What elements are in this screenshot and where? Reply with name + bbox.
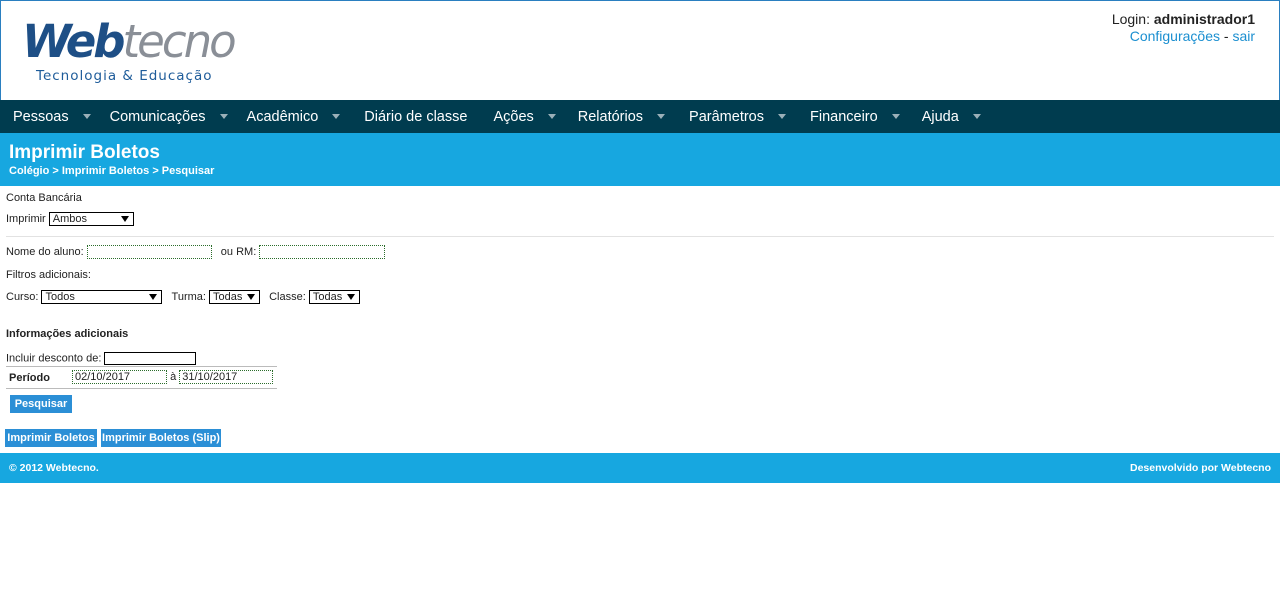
- periodo-bottom-border: [6, 388, 277, 389]
- menu-label: Pessoas: [13, 108, 69, 125]
- turma-label: Turma:: [171, 290, 206, 303]
- login-panel: Login: administrador1 Configurações - sa…: [1112, 11, 1255, 45]
- menu-relatorios[interactable]: Relatórios: [577, 108, 666, 125]
- nome-aluno-input[interactable]: [86, 245, 212, 259]
- chevron-down-icon: [778, 114, 786, 119]
- rm-label: ou RM:: [220, 245, 257, 258]
- menu-pessoas[interactable]: Pessoas: [13, 109, 91, 125]
- footer: © 2012 Webtecno. Desenvolvido por Webtec…: [0, 453, 1280, 483]
- menu-label: Ações: [493, 108, 534, 125]
- nome-aluno-label: Nome do aluno:: [6, 245, 84, 258]
- classe-select[interactable]: Todas: [308, 290, 360, 304]
- logo-web: Web: [22, 15, 125, 68]
- dropdown-arrow-icon: [120, 216, 129, 222]
- periodo-top-border: [6, 366, 277, 367]
- dropdown-arrow-icon: [247, 294, 256, 300]
- chevron-down-icon: [332, 114, 341, 119]
- classe-selected-value: Todas: [312, 291, 343, 303]
- menu-label: Diário de classe: [364, 108, 468, 125]
- webtecno-logo[interactable]: Webtecno Tecnologia & Educação: [22, 17, 237, 87]
- turma-selected-value: Todas: [213, 291, 243, 303]
- periodo-separator: à: [170, 370, 177, 383]
- menu-label: Financeiro: [810, 108, 878, 125]
- chevron-down-icon: [891, 114, 900, 119]
- page-title: Imprimir Boletos: [9, 142, 160, 163]
- periodo-end-input[interactable]: 31/10/2017: [179, 370, 274, 384]
- imprimir-select[interactable]: Ambos: [48, 212, 134, 226]
- logo-wordmark: Webtecno: [22, 15, 237, 68]
- filtros-adicionais-label: Filtros adicionais:: [6, 269, 91, 281]
- breadcrumb: Colégio > Imprimir Boletos > Pesquisar: [9, 165, 215, 177]
- imprimir-boletos-button[interactable]: Imprimir Boletos: [5, 429, 97, 447]
- chevron-down-icon: [547, 114, 556, 119]
- imprimir-label: Imprimir: [6, 212, 46, 225]
- chevron-down-icon: [972, 114, 981, 119]
- login-links: Configurações - sair: [1112, 28, 1255, 45]
- logout-link[interactable]: sair: [1232, 28, 1255, 44]
- menu-acoes[interactable]: Ações: [493, 108, 556, 125]
- desconto-input[interactable]: [104, 352, 197, 365]
- chevron-down-icon: [82, 114, 91, 119]
- curso-label: Curso:: [6, 290, 39, 303]
- page-header-banner: Imprimir Boletos Colégio > Imprimir Bole…: [0, 133, 1280, 186]
- divider: [6, 236, 1274, 237]
- settings-link[interactable]: Configurações: [1130, 28, 1220, 44]
- conta-bancaria-label: Conta Bancária: [6, 192, 82, 204]
- imprimir-row: Imprimir Ambos: [6, 212, 134, 226]
- curso-selected-value: Todos: [45, 291, 75, 303]
- menu-ajuda[interactable]: Ajuda: [922, 109, 981, 125]
- menu-parametros[interactable]: Parâmetros: [689, 109, 786, 125]
- login-label: Login:: [1111, 11, 1150, 27]
- footer-copyright: © 2012 Webtecno.: [9, 462, 99, 474]
- desconto-row: Incluir desconto de:: [6, 352, 197, 365]
- header: Webtecno Tecnologia & Educação Login: ad…: [0, 0, 1280, 100]
- logo-tecno: tecno: [122, 15, 237, 68]
- menu-label: Comunicações: [109, 108, 206, 125]
- dropdown-arrow-icon: [346, 294, 355, 300]
- filtros-row: Curso: Todos Turma: Todas Classe: Todas: [6, 290, 360, 304]
- curso-select[interactable]: Todos: [41, 290, 163, 304]
- menu-financeiro[interactable]: Financeiro: [810, 109, 900, 125]
- periodo-inputs: 02/10/2017 à 31/10/2017: [72, 370, 274, 384]
- imprimir-selected-value: Ambos: [52, 213, 88, 225]
- login-username: administrador1: [1153, 11, 1255, 27]
- logo-tagline: Tecnologia & Educação: [36, 68, 213, 84]
- main-menu: Pessoas Comunicações Acadêmico Diário de…: [0, 100, 1280, 133]
- classe-label: Classe:: [269, 290, 306, 303]
- chevron-down-icon: [657, 114, 666, 119]
- periodo-start-input[interactable]: 02/10/2017: [72, 370, 167, 384]
- login-link-separator: -: [1223, 28, 1229, 44]
- chevron-down-icon: [219, 114, 228, 119]
- rm-input[interactable]: [259, 245, 386, 259]
- periodo-label: Período: [9, 372, 50, 384]
- menu-diario-de-classe[interactable]: Diário de classe: [364, 109, 467, 125]
- menu-comunicacoes[interactable]: Comunicações: [110, 109, 228, 125]
- login-line: Login: administrador1: [1112, 11, 1255, 28]
- footer-credit: Desenvolvido por Webtecno: [1130, 462, 1271, 474]
- desconto-label: Incluir desconto de:: [6, 352, 102, 365]
- imprimir-boletos-slip-button[interactable]: Imprimir Boletos (Slip): [101, 429, 221, 447]
- informacoes-adicionais-title: Informações adicionais: [6, 328, 129, 340]
- turma-select[interactable]: Todas: [209, 290, 261, 304]
- pesquisar-button[interactable]: Pesquisar: [10, 395, 72, 413]
- menu-label: Ajuda: [921, 108, 959, 125]
- menu-academico[interactable]: Acadêmico: [247, 109, 341, 125]
- menu-label: Parâmetros: [689, 108, 764, 125]
- menu-label: Relatórios: [577, 108, 644, 125]
- dropdown-arrow-icon: [149, 294, 158, 300]
- menu-label: Acadêmico: [246, 108, 319, 125]
- aluno-row: Nome do aluno: ou RM:: [6, 245, 386, 259]
